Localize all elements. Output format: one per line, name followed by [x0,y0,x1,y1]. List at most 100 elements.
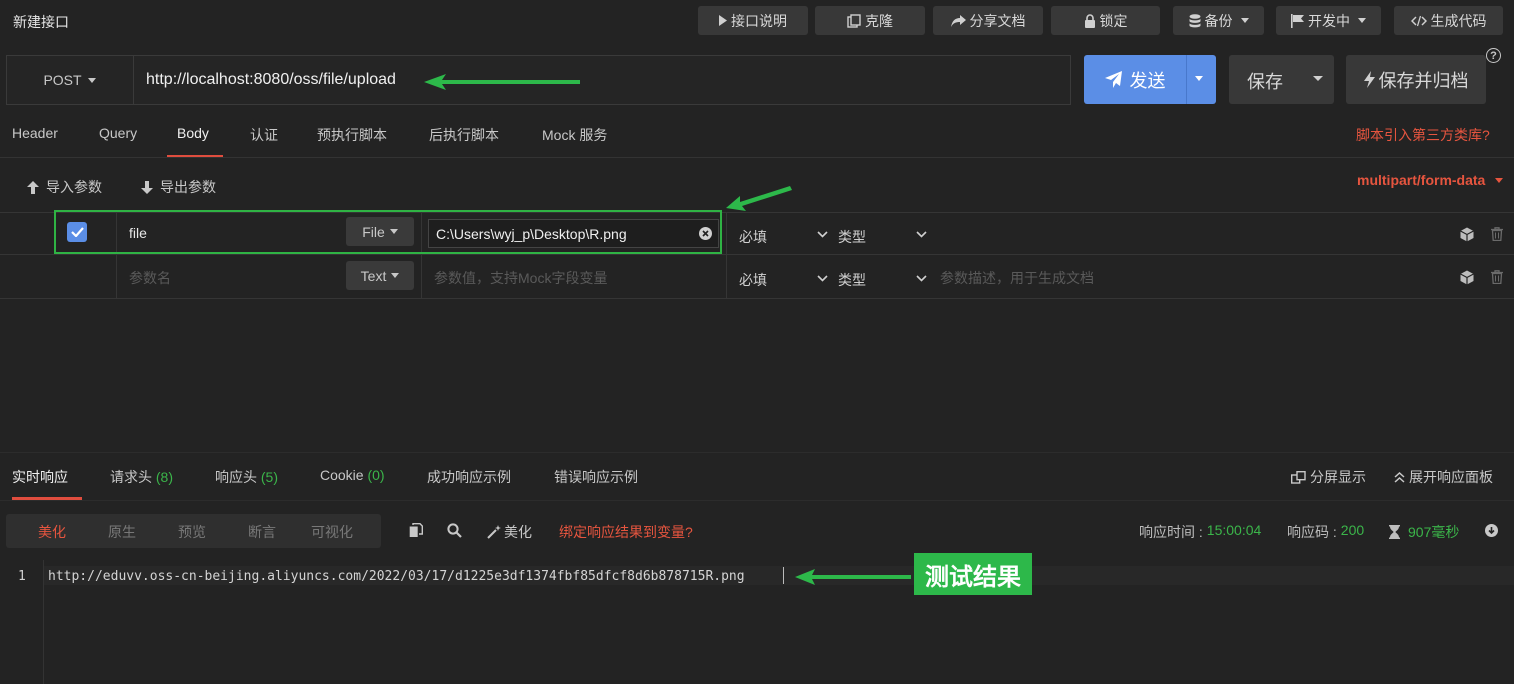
new-param-type-label: Text [360,267,387,284]
save-archive-button[interactable]: 保存并归档 [1346,55,1486,104]
new-datatype-select[interactable]: 类型 [838,270,866,290]
expand-panel-button[interactable]: 展开响应面板 [1394,467,1493,487]
table-border [0,298,1514,299]
format-preview[interactable]: 预览 [178,522,206,542]
split-view-button[interactable]: 分屏显示 [1291,467,1366,487]
search-icon[interactable] [447,523,462,538]
tab-realtime-response[interactable]: 实时响应 [12,467,68,487]
download-circle-icon[interactable] [1485,524,1498,537]
double-chevron-up-icon [1394,471,1405,483]
trash-icon[interactable] [1491,227,1503,241]
caret-down-icon[interactable] [1192,75,1206,83]
api-doc-button[interactable]: 接口说明 [698,6,808,35]
trash-icon[interactable] [1491,270,1503,284]
export-params-button[interactable]: 导出参数 [141,177,216,197]
column-divider [726,212,727,298]
tab-success-example[interactable]: 成功响应示例 [427,467,511,487]
copy-icon [847,13,861,28]
flag-icon [1291,13,1304,28]
tab-pre-script[interactable]: 预执行脚本 [317,125,387,145]
format-beautify[interactable]: 美化 [38,522,66,542]
chevron-down-icon[interactable] [817,231,828,238]
save-label: 保存 [1247,72,1283,92]
method-label: POST [43,72,82,88]
copy-icon[interactable] [409,523,423,538]
tab-error-example[interactable]: 错误响应示例 [554,467,638,487]
caret-down-icon [391,273,400,278]
status-dropdown[interactable]: 开发中 [1276,6,1381,35]
script-library-link[interactable]: 脚本引入第三方类库? [1356,125,1490,145]
save-archive-label: 保存并归档 [1378,70,1469,91]
tab-body[interactable]: Body [177,125,209,141]
beautify-button[interactable]: 美化 [487,522,532,542]
share-doc-button[interactable]: 分享文档 [933,6,1043,35]
api-doc-label: 接口说明 [731,12,787,29]
cube-icon[interactable] [1460,270,1474,285]
arrow-down-icon [141,180,153,194]
arrow-annotation-icon [726,186,792,211]
response-duration: 907毫秒 [1389,522,1459,542]
bind-variable-link[interactable]: 绑定响应结果到变量? [559,522,693,542]
send-label: 发送 [1129,70,1166,91]
new-param-type-select[interactable]: Text [346,261,414,290]
backup-button[interactable]: 备份 [1173,6,1264,35]
generate-code-button[interactable]: 生成代码 [1394,6,1503,35]
caret-down-icon[interactable] [1312,75,1324,83]
new-param-name-input[interactable]: 参数名 [129,268,171,288]
tab-post-script[interactable]: 后执行脚本 [429,125,499,145]
chevron-down-icon[interactable] [916,231,927,238]
import-params-button[interactable]: 导入参数 [27,177,102,197]
new-required-select[interactable]: 必填 [739,270,767,290]
response-tabs-divider [0,500,1514,501]
new-param-desc-input[interactable]: 参数描述，用于生成文档 [940,268,1094,288]
editor-gutter [43,560,44,684]
save-button[interactable]: 保存 [1229,55,1334,104]
send-divider [1186,55,1187,104]
url-input[interactable]: http://localhost:8080/oss/file/upload [146,71,396,89]
expand-panel-label: 展开响应面板 [1409,469,1493,485]
tab-query[interactable]: Query [99,125,137,141]
caret-down-icon [87,77,96,83]
tab-request-headers[interactable]: 请求头 (8) [110,467,173,487]
content-type-label: multipart/form-data [1357,172,1486,188]
datatype-select[interactable]: 类型 [838,227,866,247]
hourglass-icon [1389,525,1400,539]
arrow-annotation-icon [424,74,580,90]
caret-down-icon [1358,18,1366,23]
method-select[interactable]: POST [6,55,134,105]
content-type-select[interactable]: multipart/form-data [1357,172,1504,188]
magic-wand-icon [487,525,501,539]
chevron-down-icon[interactable] [817,275,828,282]
new-param-value-input[interactable]: 参数值，支持Mock字段变量 [434,268,607,288]
database-icon [1189,13,1200,27]
chevron-down-icon[interactable] [916,275,927,282]
format-visualize[interactable]: 可视化 [311,522,353,542]
send-button[interactable]: 发送 [1084,55,1216,104]
format-raw[interactable]: 原生 [108,522,136,542]
caret-down-icon [1240,18,1249,23]
split-view-label: 分屏显示 [1310,469,1366,485]
split-view-icon [1291,470,1306,484]
request-headers-label: 请求头 [110,469,152,485]
required-select[interactable]: 必填 [739,227,767,247]
lock-button[interactable]: 锁定 [1051,6,1160,35]
response-code-value: 200 [1340,522,1365,538]
response-code: 响应码 : 200 [1287,522,1364,542]
export-params-label: 导出参数 [160,179,216,195]
tab-header[interactable]: Header [12,125,58,141]
tab-cookie[interactable]: Cookie (0) [320,467,385,483]
test-result-annotation: 测试结果 [914,553,1032,595]
tab-auth[interactable]: 认证 [250,125,278,145]
cookie-label: Cookie [320,467,364,483]
share-icon [950,14,966,27]
tab-mock[interactable]: Mock 服务 [542,125,607,145]
status-label: 开发中 [1308,12,1350,29]
highlight-annotation-box [54,210,722,254]
response-time: 响应时间 : 15:00:04 [1139,522,1261,542]
format-assert[interactable]: 断言 [248,522,276,542]
clone-button[interactable]: 克隆 [815,6,925,35]
tab-response-headers[interactable]: 响应头 (5) [215,467,278,487]
response-body-text[interactable]: http://eduvv.oss-cn-beijing.aliyuncs.com… [48,569,745,584]
cube-icon[interactable] [1460,227,1474,242]
help-icon[interactable]: ? [1486,48,1501,63]
